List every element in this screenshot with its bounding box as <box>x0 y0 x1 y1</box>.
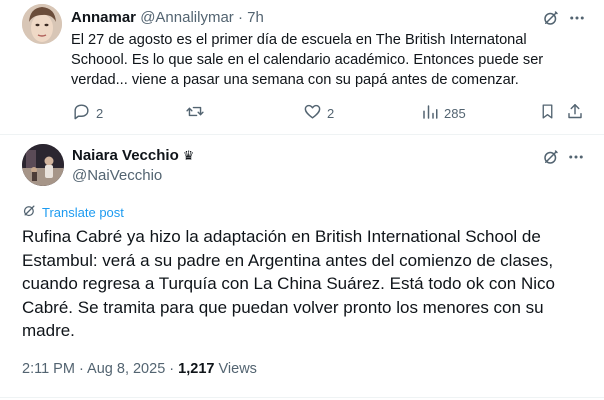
main-avatar[interactable] <box>22 144 64 186</box>
reply-button[interactable]: 2 <box>72 102 103 124</box>
retweet-icon <box>185 102 205 124</box>
main-tweet-text: Rufina Cabré ya hizo la adaptación en Br… <box>22 225 592 343</box>
views-chart-icon <box>421 103 439 124</box>
globe-icon <box>22 203 37 221</box>
meta-separator: · <box>78 361 84 377</box>
bookmark-icon <box>539 102 556 124</box>
reply-author-name[interactable]: Annamar <box>71 9 136 26</box>
tweet-meta: 2:11 PM · Aug 8, 2025 · 1,217 Views <box>22 361 257 377</box>
more-icon[interactable] <box>567 8 587 28</box>
reply-avatar[interactable] <box>22 4 62 44</box>
divider <box>0 397 604 398</box>
reply-top-icons <box>541 8 587 28</box>
translate-post-link[interactable]: Translate post <box>22 203 124 221</box>
reply-text-line: El 27 de agosto es el primer día de escu… <box>71 32 527 48</box>
main-author-name-text: Naiara Vecchio <box>72 147 179 164</box>
grok-icon[interactable] <box>541 8 561 28</box>
like-count: 2 <box>327 105 335 121</box>
reply-header: Annamar @Annalilymar · 7h <box>71 9 264 26</box>
reply-author-handle[interactable]: @Annalilymar <box>140 9 234 26</box>
main-author-name[interactable]: Naiara Vecchio ♛ <box>72 147 194 164</box>
translate-post-label: Translate post <box>42 204 124 220</box>
main-text-line: Rufina Cabré ya hizo la adaptación en Br… <box>22 227 541 246</box>
tweet-time[interactable]: 2:11 PM <box>22 361 75 377</box>
meta-separator: · <box>169 361 175 377</box>
reply-text-line: verdad... viene a pasar una semana con s… <box>71 72 519 88</box>
bookmark-button[interactable] <box>539 102 556 124</box>
main-text-line: cuando regresa a Turquía con La China Su… <box>22 274 555 293</box>
share-button[interactable] <box>566 102 584 124</box>
crown-badge-icon: ♛ <box>182 147 195 163</box>
main-text-line: madre. <box>22 321 75 340</box>
main-text-line: Estambul: verá a su padre en Argentina a… <box>22 250 554 270</box>
tweet-views-label: Views <box>218 361 257 377</box>
reply-text-line: Schoool. Es lo que sale en el calendario… <box>71 52 544 68</box>
reply-icon <box>72 102 91 124</box>
share-icon <box>566 102 584 124</box>
retweet-button[interactable] <box>185 102 210 124</box>
reply-timestamp[interactable]: 7h <box>247 9 264 26</box>
reply-action-bar: 2 2 285 <box>72 102 582 124</box>
views-button[interactable]: 285 <box>421 102 466 124</box>
views-count: 285 <box>444 105 466 121</box>
more-icon[interactable] <box>566 147 586 167</box>
grok-icon[interactable] <box>541 147 561 167</box>
main-text-line: Cabré. Se tramita para que puedan volver… <box>22 297 544 317</box>
heart-icon <box>303 102 322 124</box>
main-author-handle[interactable]: @NaiVecchio <box>72 167 162 184</box>
like-button[interactable]: 2 <box>303 102 334 124</box>
reply-count: 2 <box>96 105 104 121</box>
reply-tweet[interactable]: Annamar @Annalilymar · 7h El 27 de agost… <box>0 0 604 135</box>
reply-text: El 27 de agosto es el primer día de escu… <box>71 30 571 90</box>
reply-separator: · <box>237 9 243 26</box>
tweet-views-count: 1,217 <box>178 361 215 377</box>
tweet-date[interactable]: Aug 8, 2025 <box>87 361 165 377</box>
